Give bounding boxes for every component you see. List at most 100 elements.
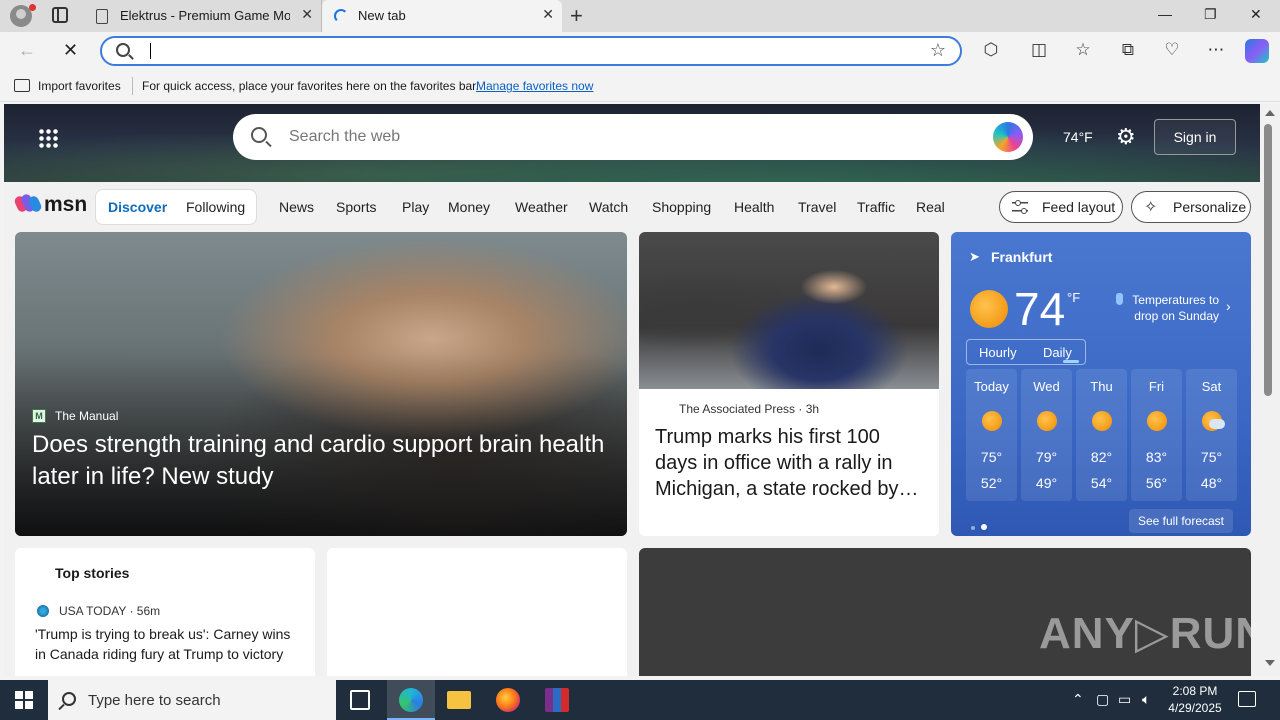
weather-card[interactable]: ➤ Frankfurt 74 °F Temperatures to drop o… [951, 232, 1251, 536]
extensions-icon[interactable]: ⬡ [979, 40, 1003, 60]
feed-layout-button[interactable]: Feed layout [999, 191, 1123, 223]
nav-traffic[interactable]: Traffic [857, 199, 895, 215]
nav-real-estate[interactable]: Real Estate [916, 199, 949, 215]
nav-health[interactable]: Health [734, 199, 774, 215]
story-title[interactable]: 'Trump is trying to break us': Carney wi… [35, 624, 303, 664]
windows-start-icon[interactable] [15, 691, 33, 709]
usa-today-logo [37, 605, 49, 617]
stop-loading-icon[interactable]: ✕ [63, 40, 78, 61]
msn-logo-icon[interactable] [13, 192, 43, 216]
tab-following[interactable]: Following [186, 199, 245, 215]
tray-device-icon[interactable]: ▢ [1096, 691, 1109, 708]
taskbar-firefox[interactable] [484, 680, 532, 720]
daily-forecast: Today 75° 52° Wed 79° 49° Thu 82° 54° Fr… [966, 369, 1238, 501]
news-card[interactable]: The Associated Press · 3h Trump marks hi… [639, 232, 939, 536]
import-icon [14, 79, 30, 92]
taskbar-edge[interactable] [387, 680, 435, 720]
carousel-dots[interactable] [971, 517, 993, 535]
app-launcher-icon[interactable] [38, 128, 58, 148]
system-clock[interactable]: 2:08 PM 4/29/2025 [1160, 683, 1230, 717]
personalize-button[interactable]: ✧ Personalize [1131, 191, 1251, 223]
hero-banner: Search the web 74°F ⚙ Sign in [4, 104, 1260, 182]
search-icon [62, 692, 76, 706]
minimize-button[interactable]: — [1158, 6, 1172, 22]
temperature-unit[interactable]: °F [1067, 290, 1080, 305]
chevron-right-icon[interactable]: › [1226, 298, 1231, 314]
import-favorites-button[interactable]: Import favorites [38, 79, 121, 93]
volume-icon[interactable]: 🔈︎ [1142, 691, 1150, 708]
story-title[interactable]: Does strength training and cardio suppor… [32, 429, 612, 493]
close-window-button[interactable]: ✕ [1250, 6, 1262, 23]
tab-close-icon[interactable]: ✕ [301, 6, 313, 23]
hourly-tab[interactable]: Hourly [979, 345, 1017, 360]
taskbar-search-placeholder: Type here to search [88, 692, 221, 709]
more-menu-icon[interactable]: ⋯ [1204, 40, 1228, 60]
daily-tab[interactable]: Daily [1043, 345, 1072, 360]
taskbar-winrar[interactable] [533, 680, 581, 720]
forecast-day[interactable]: Today 75° 52° [966, 369, 1017, 501]
forecast-day[interactable]: Thu 82° 54° [1076, 369, 1127, 501]
gear-icon[interactable]: ⚙ [1116, 124, 1136, 150]
favorite-star-icon[interactable]: ☆ [930, 40, 946, 61]
chevron-up-icon[interactable]: ⌃ [1072, 691, 1084, 708]
back-arrow-icon[interactable]: ← [18, 40, 36, 61]
weather-note[interactable]: Temperatures to drop on Sunday [1127, 292, 1219, 324]
collections-icon[interactable]: ⧉ [1116, 40, 1140, 60]
split-screen-icon[interactable]: ◫ [1027, 40, 1051, 60]
nav-sports[interactable]: Sports [336, 199, 376, 215]
nav-play[interactable]: Play [402, 199, 429, 215]
tab-title: New tab [358, 8, 406, 23]
nav-shopping[interactable]: Shopping [652, 199, 711, 215]
tab-bar: Elektrus - Premium Game Mods ✕ New tab ✕… [0, 0, 1280, 32]
nav-money[interactable]: Money [448, 199, 490, 215]
day-name: Fri [1148, 379, 1165, 394]
low-temp: 48° [1200, 475, 1223, 491]
web-search-box[interactable]: Search the web [233, 114, 1033, 160]
msn-page: Search the web 74°F ⚙ Sign in msn Discov… [4, 104, 1260, 676]
low-temp: 54° [1090, 475, 1113, 491]
network-icon[interactable]: ▭ [1118, 691, 1131, 708]
task-view-icon[interactable] [350, 690, 370, 710]
story-title[interactable]: Trump marks his first 100 days in office… [655, 424, 927, 502]
see-full-forecast-button[interactable]: See full forecast [1129, 509, 1233, 533]
page-scrollbar[interactable] [1260, 104, 1280, 676]
scroll-down-arrow-icon[interactable] [1265, 660, 1275, 666]
browser-essentials-icon[interactable]: ♡ [1160, 40, 1184, 60]
scroll-thumb[interactable] [1264, 124, 1272, 396]
copilot-icon[interactable] [1245, 39, 1269, 63]
forecast-day[interactable]: Wed 79° 49° [1021, 369, 1072, 501]
manage-favorites-link[interactable]: Manage favorites now [476, 79, 593, 93]
nav-watch[interactable]: Watch [589, 199, 628, 215]
nav-weather[interactable]: Weather [515, 199, 568, 215]
forecast-toggle: Hourly Daily [966, 339, 1086, 365]
sun-icon [970, 290, 1008, 328]
favorites-icon[interactable]: ☆ [1071, 40, 1095, 60]
new-tab-button[interactable]: + [570, 3, 583, 29]
weather-location[interactable]: Frankfurt [991, 249, 1052, 265]
msn-logo-text[interactable]: msn [44, 193, 87, 217]
forecast-day[interactable]: Sat 75° 48° [1186, 369, 1237, 501]
main-story-card[interactable]: M The Manual Does strength training and … [15, 232, 627, 536]
sign-in-button[interactable]: Sign in [1154, 119, 1236, 155]
tab-new-tab[interactable]: New tab ✕ [322, 0, 562, 32]
forecast-day[interactable]: Fri 83° 56° [1131, 369, 1182, 501]
high-temp: 79° [1035, 449, 1058, 465]
tab-actions-icon[interactable] [52, 7, 68, 23]
restore-button[interactable]: ❐ [1204, 6, 1217, 23]
video-card[interactable]: ANY▷RUN [639, 548, 1251, 676]
notification-icon[interactable] [1238, 691, 1256, 707]
nav-travel[interactable]: Travel [798, 199, 836, 215]
tab-discover[interactable]: Discover [108, 199, 167, 215]
taskbar-file-explorer[interactable] [435, 680, 483, 720]
scroll-up-arrow-icon[interactable] [1265, 110, 1275, 116]
address-bar[interactable]: ☆ [100, 36, 962, 66]
search-icon [116, 43, 130, 57]
header-temperature[interactable]: 74°F [1063, 129, 1093, 145]
tab-elektrus[interactable]: Elektrus - Premium Game Mods ✕ [84, 0, 322, 32]
top-stories-heading[interactable]: Top stories [55, 565, 129, 581]
nav-news[interactable]: News [279, 199, 314, 215]
copilot-icon[interactable] [993, 122, 1023, 152]
tab-close-icon[interactable]: ✕ [542, 6, 554, 23]
divider [132, 77, 133, 95]
taskbar-search-box[interactable]: Type here to search [48, 680, 336, 720]
